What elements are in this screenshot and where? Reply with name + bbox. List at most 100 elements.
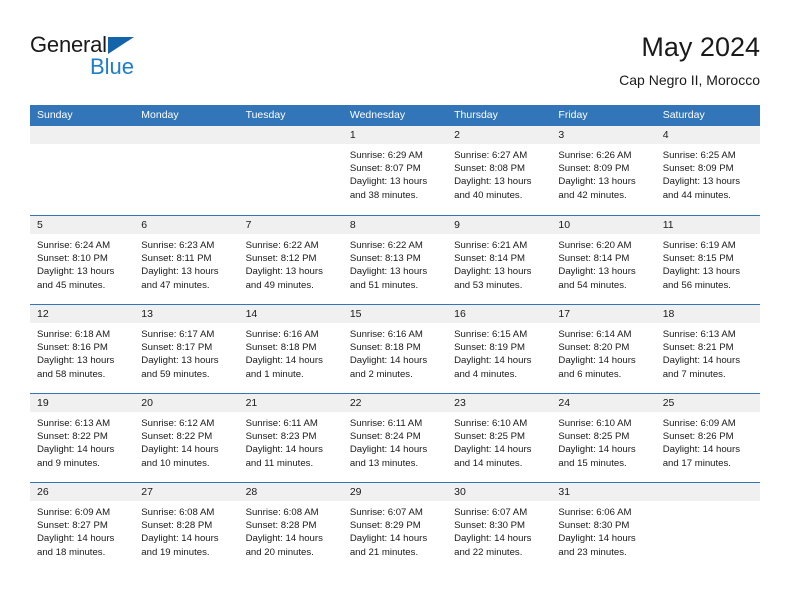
daylight-text-line2: and 15 minutes. (558, 457, 627, 469)
sunset-text: Sunset: 8:11 PM (141, 253, 212, 265)
daylight-text-line2: and 11 minutes. (245, 457, 314, 469)
daylight-text-line1: Daylight: 13 hours (558, 176, 636, 188)
day-details: Sunrise: 6:07 AM Sunset: 8:30 PM Dayligh… (447, 501, 551, 559)
sunset-text: Sunset: 8:30 PM (558, 520, 630, 532)
day-details: Sunrise: 6:12 AM Sunset: 8:22 PM Dayligh… (134, 412, 238, 470)
general-blue-logo[interactable]: General Blue (30, 32, 210, 88)
day-cell[interactable]: 26 Sunrise: 6:09 AM Sunset: 8:27 PM Dayl… (30, 483, 135, 571)
day-number: 20 (134, 394, 239, 412)
calendar-page: General Blue May 2024 Cap Negro II, Moro… (0, 0, 792, 612)
sunrise-text: Sunrise: 6:08 AM (245, 507, 319, 518)
day-number: 2 (447, 126, 552, 144)
week-row: 19 Sunrise: 6:13 AM Sunset: 8:22 PM Dayl… (30, 393, 760, 482)
sunrise-text: Sunrise: 6:09 AM (37, 507, 111, 518)
day-details: Sunrise: 6:19 AM Sunset: 8:15 PM Dayligh… (656, 234, 760, 292)
daylight-text-line1: Daylight: 14 hours (662, 444, 741, 456)
day-cell[interactable]: 17 Sunrise: 6:14 AM Sunset: 8:20 PM Dayl… (551, 305, 656, 393)
sunrise-text: Sunrise: 6:07 AM (454, 507, 528, 518)
sunset-text: Sunset: 8:26 PM (662, 431, 734, 443)
sunrise-text: Sunrise: 6:23 AM (141, 240, 215, 251)
day-cell[interactable]: 31 Sunrise: 6:06 AM Sunset: 8:30 PM Dayl… (551, 483, 656, 571)
page-subtitle: Cap Negro II, Morocco (619, 72, 760, 88)
day-cell[interactable]: 20 Sunrise: 6:12 AM Sunset: 8:22 PM Dayl… (134, 394, 239, 482)
daylight-text-line2: and 14 minutes. (454, 457, 523, 469)
sunrise-text: Sunrise: 6:22 AM (245, 240, 319, 251)
daylight-text-line2: and 20 minutes. (245, 546, 314, 558)
sunset-text: Sunset: 8:25 PM (558, 431, 630, 443)
daylight-text-line1: Daylight: 13 hours (37, 266, 115, 278)
day-cell[interactable]: 5 Sunrise: 6:24 AM Sunset: 8:10 PM Dayli… (30, 216, 135, 304)
day-cell[interactable]: 23 Sunrise: 6:10 AM Sunset: 8:25 PM Dayl… (447, 394, 552, 482)
daylight-text-line2: and 53 minutes. (454, 279, 523, 291)
title-block: May 2024 Cap Negro II, Morocco (619, 30, 760, 90)
sunset-text: Sunset: 8:14 PM (558, 253, 630, 265)
day-cell[interactable]: 15 Sunrise: 6:16 AM Sunset: 8:18 PM Dayl… (342, 305, 448, 393)
sunrise-text: Sunrise: 6:08 AM (141, 507, 215, 518)
day-cell[interactable]: 9 Sunrise: 6:21 AM Sunset: 8:14 PM Dayli… (447, 216, 552, 304)
day-cell[interactable]: 27 Sunrise: 6:08 AM Sunset: 8:28 PM Dayl… (134, 483, 239, 571)
day-number: 6 (134, 216, 239, 234)
logo-text-blue: Blue (90, 54, 135, 79)
day-cell[interactable]: 11 Sunrise: 6:19 AM Sunset: 8:15 PM Dayl… (655, 216, 760, 304)
daylight-text-line1: Daylight: 13 hours (558, 266, 636, 278)
day-cell[interactable]: 16 Sunrise: 6:15 AM Sunset: 8:19 PM Dayl… (447, 305, 552, 393)
weekday-header-friday: Friday (558, 109, 588, 121)
daylight-text-line2: and 2 minutes. (349, 368, 413, 380)
daylight-text-line2: and 18 minutes. (37, 546, 106, 558)
day-number: 21 (238, 394, 343, 412)
sunrise-text: Sunrise: 6:12 AM (141, 418, 215, 429)
daylight-text-line1: Daylight: 13 hours (662, 266, 741, 278)
day-cell[interactable]: 13 Sunrise: 6:17 AM Sunset: 8:17 PM Dayl… (134, 305, 239, 393)
page-title: May 2024 (641, 32, 760, 62)
sunrise-text: Sunrise: 6:18 AM (37, 329, 111, 340)
day-cell[interactable]: 10 Sunrise: 6:20 AM Sunset: 8:14 PM Dayl… (551, 216, 656, 304)
day-cell[interactable]: 3 Sunrise: 6:26 AM Sunset: 8:09 PM Dayli… (551, 126, 656, 215)
day-details: Sunrise: 6:25 AM Sunset: 8:09 PM Dayligh… (656, 144, 760, 202)
day-cell[interactable]: 30 Sunrise: 6:07 AM Sunset: 8:30 PM Dayl… (447, 483, 552, 571)
day-cell (238, 126, 343, 215)
day-cell[interactable]: 1 Sunrise: 6:29 AM Sunset: 8:07 PM Dayli… (342, 126, 448, 215)
day-cell[interactable]: 14 Sunrise: 6:16 AM Sunset: 8:18 PM Dayl… (238, 305, 343, 393)
day-cell[interactable]: 29 Sunrise: 6:07 AM Sunset: 8:29 PM Dayl… (342, 483, 448, 571)
day-number: 22 (342, 394, 448, 412)
daylight-text-line2: and 1 minute. (245, 368, 304, 380)
sunrise-text: Sunrise: 6:13 AM (662, 329, 736, 340)
daylight-text-line1: Daylight: 13 hours (662, 176, 741, 188)
sunset-text: Sunset: 8:28 PM (245, 520, 317, 532)
day-details: Sunrise: 6:29 AM Sunset: 8:07 PM Dayligh… (343, 144, 447, 202)
day-number: 15 (342, 305, 448, 323)
day-number: 17 (551, 305, 656, 323)
day-cell[interactable]: 8 Sunrise: 6:22 AM Sunset: 8:13 PM Dayli… (342, 216, 448, 304)
page-header: General Blue May 2024 Cap Negro II, Moro… (30, 30, 760, 98)
daylight-text-line2: and 23 minutes. (558, 546, 627, 558)
weekday-header-tuesday: Tuesday (245, 109, 286, 121)
day-cell[interactable]: 24 Sunrise: 6:10 AM Sunset: 8:25 PM Dayl… (551, 394, 656, 482)
day-cell[interactable]: 28 Sunrise: 6:08 AM Sunset: 8:28 PM Dayl… (238, 483, 343, 571)
daylight-text-line2: and 40 minutes. (454, 189, 523, 201)
daylight-text-line1: Daylight: 14 hours (558, 444, 636, 456)
day-cell[interactable]: 25 Sunrise: 6:09 AM Sunset: 8:26 PM Dayl… (655, 394, 760, 482)
day-cell[interactable]: 12 Sunrise: 6:18 AM Sunset: 8:16 PM Dayl… (30, 305, 135, 393)
day-number (134, 126, 239, 144)
day-cell[interactable]: 6 Sunrise: 6:23 AM Sunset: 8:11 PM Dayli… (134, 216, 239, 304)
day-cell[interactable]: 4 Sunrise: 6:25 AM Sunset: 8:09 PM Dayli… (655, 126, 760, 215)
day-number: 13 (134, 305, 239, 323)
day-cell[interactable]: 2 Sunrise: 6:27 AM Sunset: 8:08 PM Dayli… (447, 126, 552, 215)
day-number: 25 (655, 394, 760, 412)
day-cell[interactable]: 19 Sunrise: 6:13 AM Sunset: 8:22 PM Dayl… (30, 394, 135, 482)
day-number: 11 (655, 216, 760, 234)
day-cell[interactable]: 7 Sunrise: 6:22 AM Sunset: 8:12 PM Dayli… (238, 216, 343, 304)
day-cell[interactable]: 18 Sunrise: 6:13 AM Sunset: 8:21 PM Dayl… (655, 305, 760, 393)
sunset-text: Sunset: 8:15 PM (662, 253, 734, 265)
day-cell[interactable]: 22 Sunrise: 6:11 AM Sunset: 8:24 PM Dayl… (342, 394, 448, 482)
weekday-header-wednesday: Wednesday (349, 109, 406, 121)
sunrise-text: Sunrise: 6:07 AM (349, 507, 423, 518)
daylight-text-line2: and 56 minutes. (662, 279, 731, 291)
day-cell[interactable]: 21 Sunrise: 6:11 AM Sunset: 8:23 PM Dayl… (238, 394, 343, 482)
day-details: Sunrise: 6:18 AM Sunset: 8:16 PM Dayligh… (30, 323, 134, 381)
daylight-text-line2: and 45 minutes. (37, 279, 106, 291)
daylight-text-line1: Daylight: 14 hours (454, 533, 532, 545)
sunset-text: Sunset: 8:27 PM (37, 520, 108, 532)
daylight-text-line2: and 13 minutes. (349, 457, 419, 469)
sunrise-text: Sunrise: 6:16 AM (349, 329, 423, 340)
